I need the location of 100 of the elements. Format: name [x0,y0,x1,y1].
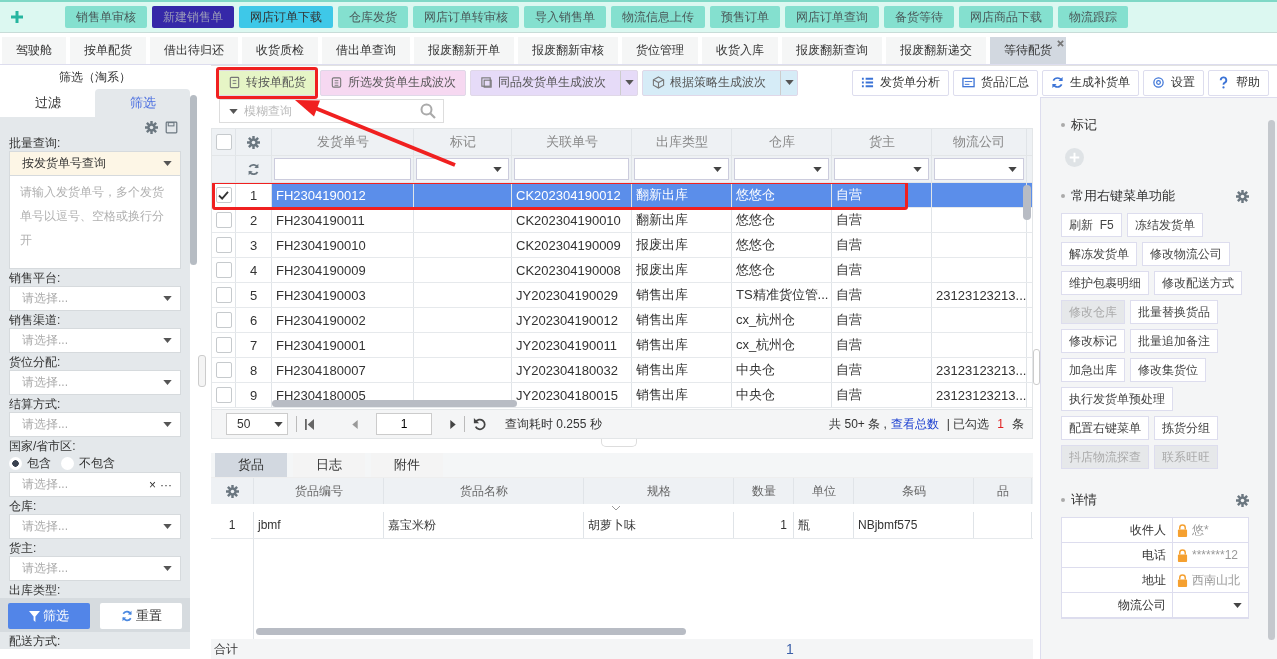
page-tab[interactable]: 借出待归还 [150,37,238,64]
menu-action-button[interactable]: 解冻发货单 [1061,242,1137,266]
radio-button[interactable] [9,456,22,470]
nav-button[interactable]: 备货等待 [884,6,954,28]
settings-icon[interactable] [145,121,158,134]
collapse-handle[interactable] [198,355,206,387]
menu-action-button[interactable]: 拣货分组 [1154,416,1218,440]
add-icon[interactable] [1065,148,1084,167]
page-tab[interactable]: 报废翻新查询 [782,37,882,64]
row-checkbox[interactable] [215,287,232,303]
menu-action-button[interactable]: 冻结发货单 [1126,213,1203,237]
radio-button[interactable] [61,456,74,470]
add-icon[interactable] [10,10,24,24]
settings-icon[interactable] [1236,493,1249,507]
nav-button[interactable]: 仓库发货 [338,6,408,28]
page-tab[interactable]: 货位管理 [622,37,698,64]
menu-action-button[interactable]: 刷新 F5 [1061,213,1122,237]
toolbar-button[interactable]: 货品汇总 [953,69,1038,96]
filter-tab[interactable]: 过滤 [0,89,95,117]
nav-button[interactable]: 网店订单查询 [785,6,879,28]
order-number-input[interactable]: 请输入发货单号，多个发货单号以逗号、空格或换行分开 [9,176,181,269]
nav-button[interactable]: 新建销售单 [152,6,234,28]
search-field[interactable]: 模糊查询 [219,99,444,123]
settings-icon[interactable] [1236,189,1249,203]
view-total-link[interactable]: 查看总数 [890,415,939,433]
lock-icon[interactable] [1177,548,1188,562]
toolbar-button[interactable]: 帮助 [1208,69,1269,96]
settings-icon[interactable] [247,135,260,149]
filter-tab[interactable]: 筛选 [95,89,190,117]
menu-action-button[interactable]: 批量替换货品 [1130,300,1218,324]
nav-button[interactable]: 物流跟踪 [1058,6,1128,28]
column-header[interactable]: 品 [974,478,1032,504]
column-header[interactable]: 单位 [794,478,854,504]
nav-button[interactable]: 网店商品下载 [959,6,1053,28]
column-header[interactable]: 数量 [734,478,794,504]
toolbar-button[interactable]: 设置 [1143,69,1204,96]
refresh-icon[interactable] [247,162,260,176]
row-checkbox[interactable] [215,262,232,278]
column-filter-input[interactable] [274,158,411,180]
row-checkbox[interactable] [215,187,232,203]
toolbar-button[interactable]: 同品发货单生成波次 [470,69,638,96]
column-filter-select[interactable] [416,158,509,180]
table-row[interactable]: 3 FH2304190010 CK202304190009 报废出库 悠悠仓 自营 [212,233,1032,258]
page-tab[interactable]: 报废翻新审核 [518,37,618,64]
nav-button[interactable]: 网店订单转审核 [413,6,519,28]
nav-button[interactable]: 导入销售单 [524,6,606,28]
radio-label[interactable]: 不包含 [79,454,115,472]
search-icon[interactable] [420,103,436,119]
close-icon[interactable] [1057,40,1064,47]
column-header[interactable]: 货品名称 [384,478,584,504]
row-checkbox[interactable] [215,237,232,253]
detail-tab[interactable]: 货品 [215,453,287,477]
filter-button[interactable]: 筛选 [8,603,90,629]
row-checkbox[interactable] [215,312,232,328]
first-page-icon[interactable] [305,418,314,430]
row-checkbox[interactable] [215,362,232,378]
region-field[interactable]: 请选择... × ··· [9,472,181,497]
column-header[interactable]: 货品编号 [254,478,384,504]
table-row[interactable]: 8 FH2304180007 JY202304180032 销售出库 中央仓 自营 23123123213... [212,358,1032,383]
toolbar-button[interactable]: 发货单分析 [852,69,949,96]
scrollbar[interactable] [1023,185,1031,220]
settings-icon[interactable] [225,484,239,498]
menu-action-button[interactable]: 修改物流公司 [1142,242,1230,266]
menu-action-button[interactable]: 配置右键菜单 [1061,416,1149,440]
nav-button[interactable]: 预售订单 [710,6,780,28]
page-size-select[interactable]: 50 [226,413,288,435]
scrollbar[interactable] [190,95,197,265]
row-checkbox[interactable] [215,212,232,228]
toolbar-button[interactable]: 所选发货单生成波次 [320,69,466,96]
select-all-checkbox[interactable] [215,134,232,150]
page-tab[interactable]: 报废翻新开单 [414,37,514,64]
nav-button[interactable]: 物流信息上传 [611,6,705,28]
page-tab[interactable]: 等待配货 [990,37,1066,64]
page-tab[interactable]: 收货质检 [242,37,318,64]
page-number-input[interactable]: 1 [376,413,432,435]
page-tab[interactable]: 收货入库 [702,37,778,64]
radio-label[interactable]: 包含 [27,454,51,472]
clear-button[interactable]: × [149,477,156,492]
menu-action-button[interactable]: 修改配送方式 [1154,271,1242,295]
page-tab[interactable]: 驾驶舱 [2,37,66,64]
menu-action-button[interactable]: 修改标记 [1061,329,1125,353]
lock-icon[interactable] [1177,573,1188,587]
table-row[interactable]: 6 FH2304190002 JY202304190012 销售出库 cx_杭州仓 自营 [212,308,1032,333]
toolbar-button[interactable]: 根据策略生成波次 [642,69,798,96]
menu-action-button[interactable]: 修改集货位 [1130,358,1206,382]
column-header[interactable]: 条码 [854,478,974,504]
previous-page-icon[interactable] [352,419,358,429]
row-checkbox[interactable] [215,387,232,403]
lock-icon[interactable] [1177,523,1188,537]
nav-button[interactable]: 销售单审核 [65,6,147,28]
refresh-icon[interactable] [473,417,487,431]
page-tab[interactable]: 报废翻新递交 [886,37,986,64]
table-row[interactable]: 5 FH2304190003 JY202304190029 销售出库 TS精准货位管... 自营 23123123213... [212,283,1032,308]
column-header[interactable]: 规格 [584,478,734,504]
page-tab[interactable]: 按单配货 [70,37,146,64]
save-icon[interactable] [165,121,178,134]
query-mode-select[interactable]: 按发货单号查询 [9,151,181,176]
menu-action-button[interactable]: 加急出库 [1061,358,1125,382]
menu-action-button[interactable]: 执行发货单预处理 [1061,387,1173,411]
scrollbar[interactable] [1268,120,1275,640]
